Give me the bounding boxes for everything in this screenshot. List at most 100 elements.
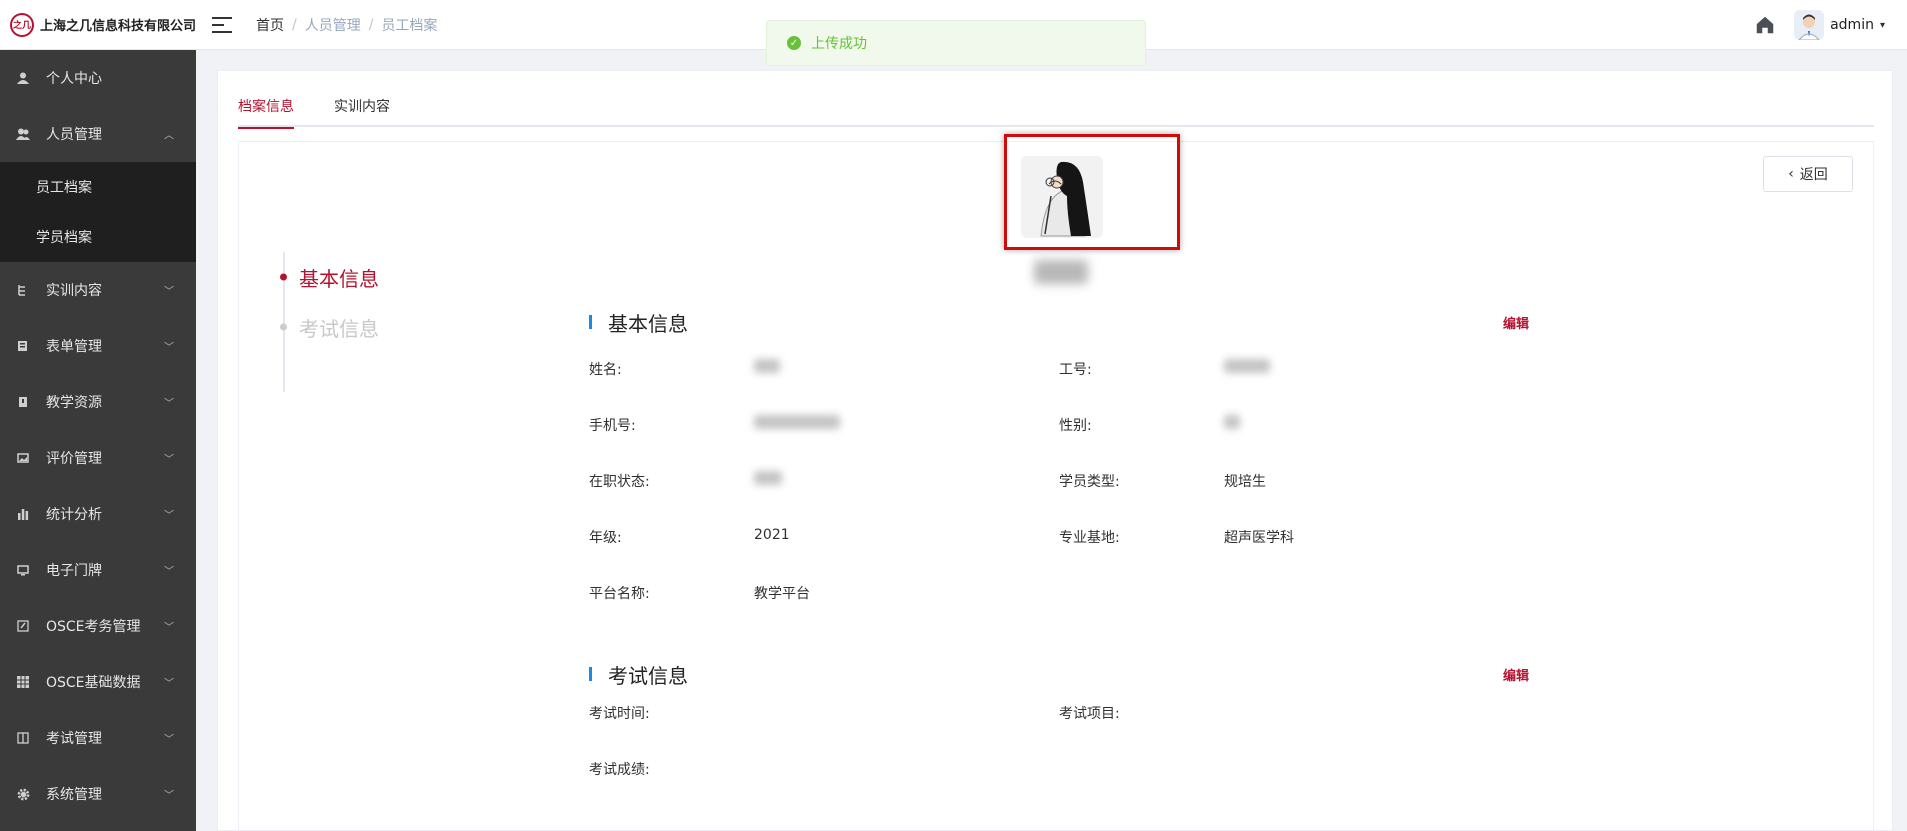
chevron-down-icon: ﹀ — [164, 622, 174, 634]
exam-info-section: 考试信息 编辑 考试时间: 考试项目: 考试成绩: — [589, 659, 1529, 797]
image-icon — [16, 451, 30, 465]
edit-exam-button[interactable]: 编辑 — [1503, 665, 1529, 684]
breadcrumb: 首页 / 人员管理 / 员工档案 — [256, 15, 437, 35]
section-header: 基本信息 编辑 — [589, 307, 1529, 337]
field-label: 学员类型: — [1059, 474, 1120, 490]
field-name: 姓名: — [589, 359, 1059, 379]
sidebar-item-staff-files[interactable]: 员工档案 — [0, 162, 196, 212]
field-label: 年级: — [589, 530, 622, 546]
grid-icon — [16, 675, 30, 689]
profile-panel: ‹ 返回 基本信息 考试信息 基本信息 编辑 姓名: 工号: 手机号: 性别: … — [238, 134, 1874, 831]
chevron-down-icon: ﹀ — [164, 286, 174, 298]
bar-chart-icon — [16, 507, 30, 521]
sidebar-item-osce-basic-data[interactable]: OSCE基础数据 ﹀ — [0, 654, 196, 710]
anchor-basic-info[interactable]: 基本信息 — [280, 252, 379, 302]
sidebar-item-statistics[interactable]: 统计分析 ﹀ — [0, 486, 196, 542]
breadcrumb-home[interactable]: 首页 — [256, 15, 284, 35]
chevron-down-icon: ﹀ — [164, 454, 174, 466]
sidebar-item-system[interactable]: 系统管理 ﹀ — [0, 766, 196, 822]
sidebar-item-personal-center[interactable]: 个人中心 — [0, 50, 196, 106]
field-value-redacted — [754, 359, 780, 379]
tree-icon — [16, 283, 30, 297]
field-value: 教学平台 — [754, 586, 810, 602]
profile-photo[interactable] — [1021, 156, 1103, 238]
chevron-left-icon: ‹ — [1788, 166, 1794, 182]
sidebar-item-people-management[interactable]: 人员管理 ︿ — [0, 106, 196, 162]
info-row: 手机号: 性别: — [589, 397, 1529, 453]
sidebar-item-label: OSCE基础数据 — [46, 675, 141, 691]
sidebar-item-e-doorplate[interactable]: 电子门牌 ﹀ — [0, 542, 196, 598]
caret-down-icon: ▾ — [1879, 19, 1885, 31]
form-icon — [16, 339, 30, 353]
success-toast: ✓ 上传成功 — [766, 20, 1146, 66]
main-content: 档案信息 实训内容 ‹ 返回 基本信息 考试信息 基本信息 编辑 姓名: 工号:… — [196, 50, 1907, 831]
field-label: 考试成绩: — [589, 762, 650, 778]
sidebar-item-label: 系统管理 — [46, 787, 102, 803]
field-value: 规培生 — [1224, 474, 1266, 490]
back-button[interactable]: ‹ 返回 — [1763, 156, 1853, 192]
tab-archive-info[interactable]: 档案信息 — [238, 97, 294, 129]
chevron-down-icon: ﹀ — [164, 398, 174, 410]
back-label: 返回 — [1799, 167, 1828, 183]
field-label: 手机号: — [589, 418, 636, 434]
field-value-redacted — [754, 471, 782, 491]
chevron-down-icon: ﹀ — [164, 734, 174, 746]
check-circle-icon: ✓ — [787, 36, 801, 50]
sidebar-item-forms[interactable]: 表单管理 ﹀ — [0, 318, 196, 374]
info-row: 姓名: 工号: — [589, 341, 1529, 397]
book-icon — [16, 395, 30, 409]
sidebar-item-label: 实训内容 — [46, 283, 102, 299]
sidebar: 个人中心 人员管理 ︿ 员工档案 学员档案 实训内容 ﹀ 表单管理 ﹀ 教学资源… — [0, 50, 196, 831]
sidebar-item-label: 统计分析 — [46, 507, 102, 523]
people-submenu: 员工档案 学员档案 — [0, 162, 196, 262]
field-student-type: 学员类型: 规培生 — [1059, 471, 1529, 491]
people-icon — [16, 127, 30, 141]
sidebar-item-evaluation[interactable]: 评价管理 ﹀ — [0, 430, 196, 486]
breadcrumb-separator: / — [292, 16, 297, 33]
field-exam-item: 考试项目: — [1059, 703, 1529, 723]
avatar — [1794, 10, 1825, 40]
sidebar-item-label: 评价管理 — [46, 451, 102, 467]
section-accent-bar — [589, 315, 592, 329]
sidebar-item-exam-management[interactable]: 考试管理 ﹀ — [0, 710, 196, 766]
sidebar-item-teaching-resources[interactable]: 教学资源 ﹀ — [0, 374, 196, 430]
content-card: 档案信息 实训内容 ‹ 返回 基本信息 考试信息 基本信息 编辑 姓名: 工号:… — [217, 70, 1893, 831]
chevron-down-icon: ﹀ — [164, 678, 174, 690]
menu-toggle-icon[interactable] — [212, 16, 232, 33]
field-specialty-base: 专业基地: 超声医学科 — [1059, 527, 1529, 547]
user-menu[interactable]: admin ▾ — [1794, 10, 1885, 40]
field-gender: 性别: — [1059, 415, 1529, 435]
basic-info-section: 基本信息 编辑 姓名: 工号: 手机号: 性别: 在职状态: 学员类型: 规培生… — [589, 307, 1529, 621]
sidebar-item-label: OSCE考务管理 — [46, 619, 141, 635]
gear-icon — [16, 787, 30, 801]
info-row: 在职状态: 学员类型: 规培生 — [589, 453, 1529, 509]
tab-training-content[interactable]: 实训内容 — [334, 97, 390, 127]
field-label: 性别: — [1059, 418, 1092, 434]
info-row: 平台名称: 教学平台 — [589, 565, 1529, 621]
sidebar-item-osce-exam[interactable]: OSCE考务管理 ﹀ — [0, 598, 196, 654]
edit-basic-button[interactable]: 编辑 — [1503, 313, 1529, 332]
chevron-up-icon: ︿ — [164, 130, 174, 142]
field-label: 考试项目: — [1059, 706, 1120, 722]
breadcrumb-current: 员工档案 — [381, 17, 438, 34]
field-exam-time: 考试时间: — [589, 703, 1059, 723]
breadcrumb-separator: / — [368, 16, 374, 33]
field-phone: 手机号: — [589, 415, 1059, 435]
home-icon[interactable] — [1754, 14, 1776, 36]
field-label: 在职状态: — [589, 474, 650, 490]
field-label: 专业基地: — [1059, 530, 1120, 546]
sidebar-item-student-files[interactable]: 学员档案 — [0, 212, 196, 262]
chevron-down-icon: ﹀ — [164, 342, 174, 354]
anchor-label: 考试信息 — [299, 316, 379, 341]
field-value-redacted — [754, 415, 840, 435]
field-value-redacted — [1224, 415, 1240, 435]
chevron-down-icon: ﹀ — [164, 510, 174, 522]
sidebar-item-label: 表单管理 — [46, 339, 102, 355]
field-label: 考试时间: — [589, 706, 650, 722]
company-logo: 之几 上海之几信息科技有限公司 — [0, 0, 196, 50]
anchor-exam-info[interactable]: 考试信息 — [280, 302, 379, 352]
sidebar-item-training[interactable]: 实训内容 ﹀ — [0, 262, 196, 318]
sidebar-item-label: 人员管理 — [46, 127, 102, 143]
anchor-label: 基本信息 — [299, 266, 379, 291]
section-title: 考试信息 — [608, 663, 688, 688]
